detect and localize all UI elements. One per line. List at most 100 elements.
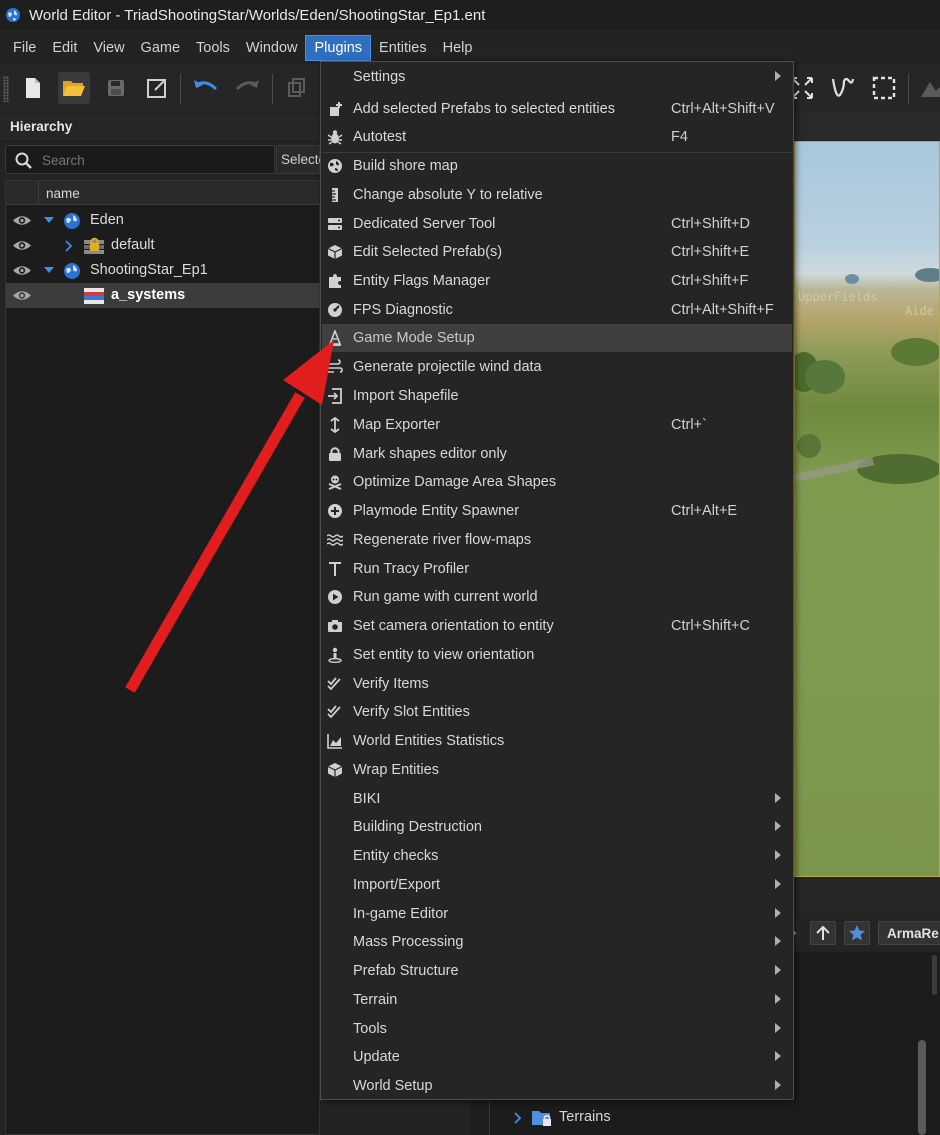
column-name-header[interactable]: name: [46, 186, 80, 201]
menu-window[interactable]: Window: [238, 35, 306, 61]
menu-game[interactable]: Game: [133, 35, 189, 61]
add-prefab-icon: [330, 102, 342, 116]
menu-item-map-exporter[interactable]: Map Exporter Ctrl+`: [322, 411, 792, 439]
menu-item-tracy-profiler[interactable]: Run Tracy Profiler: [322, 555, 792, 583]
globe-europe-icon: [328, 159, 342, 173]
menu-item-entity-flags[interactable]: Entity Flags Manager Ctrl+Shift+F: [322, 267, 792, 295]
scrollbar-secondary[interactable]: [932, 955, 937, 995]
menu-item-label: Set entity to view orientation: [353, 647, 535, 663]
menu-item-change-y[interactable]: Change absolute Y to relative: [322, 181, 792, 209]
menu-entities[interactable]: Entities: [371, 35, 435, 61]
hierarchy-search[interactable]: [5, 145, 275, 174]
menu-item-mark-shapes[interactable]: Mark shapes editor only: [322, 440, 792, 468]
tree-row-default[interactable]: default: [6, 233, 321, 258]
expand-arrow-icon[interactable]: [43, 266, 55, 274]
copy-button[interactable]: [281, 72, 313, 104]
menu-item-world-statistics[interactable]: World Entities Statistics: [322, 727, 792, 755]
toolbar-grip[interactable]: [3, 76, 9, 102]
menu-item-dedicated-server[interactable]: Dedicated Server Tool Ctrl+Shift+D: [322, 210, 792, 238]
menu-item-ingame-editor[interactable]: In-game Editor: [322, 900, 792, 928]
menu-item-biki[interactable]: BIKI: [322, 785, 792, 813]
redo-button[interactable]: [231, 72, 263, 104]
menu-item-verify-items[interactable]: Verify Items: [322, 670, 792, 698]
curve-tool-button[interactable]: [827, 72, 859, 104]
world-viewport[interactable]: UpperFields Alde: [794, 141, 940, 877]
menu-item-terrain[interactable]: Terrain: [322, 986, 792, 1014]
hierarchy-tree: name Eden default ShootingStar_Ep1 a_sys…: [5, 180, 321, 1135]
wizard-icon: [328, 330, 342, 346]
scrollbar-thumb[interactable]: [918, 1040, 926, 1135]
menu-item-import-shapefile[interactable]: Import Shapefile: [322, 382, 792, 410]
menu-item-mass-processing[interactable]: Mass Processing: [322, 928, 792, 956]
menu-item-tools[interactable]: Tools: [322, 1015, 792, 1043]
open-folder-button[interactable]: [58, 72, 90, 104]
menu-item-game-mode-setup[interactable]: Game Mode Setup: [322, 324, 792, 352]
menu-item-entity-spawner[interactable]: Playmode Entity Spawner Ctrl+Alt+E: [322, 497, 792, 525]
menu-view[interactable]: View: [85, 35, 132, 61]
menu-item-river-flow[interactable]: Regenerate river flow-maps: [322, 526, 792, 554]
menu-item-shortcut: Ctrl+Shift+F: [671, 273, 749, 289]
menu-item-entity-checks[interactable]: Entity checks: [322, 842, 792, 870]
menu-tools[interactable]: Tools: [188, 35, 238, 61]
menu-item-optimize-damage[interactable]: Optimize Damage Area Shapes: [322, 468, 792, 496]
distant-trees: [845, 274, 859, 284]
visibility-eye-icon[interactable]: [12, 264, 32, 277]
menu-item-label: Update: [353, 1049, 400, 1065]
menu-item-label: Optimize Damage Area Shapes: [353, 474, 557, 490]
chevron-right-icon[interactable]: [65, 240, 73, 252]
menu-item-add-prefabs[interactable]: Add selected Prefabs to selected entitie…: [322, 95, 792, 123]
toolbar-overflow-button[interactable]: [916, 72, 940, 104]
menu-item-wrap-entities[interactable]: Wrap Entities: [322, 756, 792, 784]
new-file-button[interactable]: [17, 72, 49, 104]
menu-item-run-game[interactable]: Run game with current world: [322, 583, 792, 611]
undo-button[interactable]: [190, 72, 222, 104]
expand-arrow-icon[interactable]: [43, 216, 55, 224]
menu-plugins[interactable]: Plugins: [305, 35, 372, 61]
menu-item-autotest[interactable]: Autotest F4: [322, 123, 792, 151]
camera-icon: [328, 620, 342, 632]
submenu-arrow-icon: [775, 994, 781, 1004]
save-button[interactable]: [100, 72, 132, 104]
selection-box-button[interactable]: [868, 72, 900, 104]
menu-help[interactable]: Help: [435, 35, 481, 61]
toolbar-separator: [180, 74, 181, 104]
menu-item-label: Run game with current world: [353, 589, 538, 605]
external-link-icon: [147, 79, 166, 98]
search-input[interactable]: [42, 150, 262, 170]
menu-item-edit-prefab[interactable]: Edit Selected Prefab(s) Ctrl+Shift+E: [322, 238, 792, 266]
menu-item-view-orientation[interactable]: Set entity to view orientation: [322, 641, 792, 669]
menu-item-label: Verify Slot Entities: [353, 704, 470, 720]
menu-item-shortcut: F4: [671, 129, 688, 145]
menu-item-world-setup[interactable]: World Setup: [322, 1072, 792, 1100]
menu-edit[interactable]: Edit: [44, 35, 85, 61]
visibility-eye-icon[interactable]: [12, 239, 32, 252]
favorites-button[interactable]: [844, 921, 870, 945]
menu-item-label: Add selected Prefabs to selected entitie…: [353, 101, 615, 117]
menu-item-import-export[interactable]: Import/Export: [322, 871, 792, 899]
visibility-eye-icon[interactable]: [12, 214, 32, 227]
menu-item-projectile-wind[interactable]: Generate projectile wind data: [322, 353, 792, 381]
menu-item-prefab-structure[interactable]: Prefab Structure: [322, 957, 792, 985]
menu-item-building-destruction[interactable]: Building Destruction: [322, 813, 792, 841]
tree-row-a-systems[interactable]: a_systems: [6, 283, 321, 308]
redo-icon: [235, 80, 259, 91]
location-button[interactable]: ArmaRe: [878, 921, 940, 945]
menu-item-settings[interactable]: Settings: [322, 63, 792, 91]
menu-item-update[interactable]: Update: [322, 1043, 792, 1071]
nav-up-button[interactable]: [810, 921, 836, 945]
menu-item-camera-orientation[interactable]: Set camera orientation to entity Ctrl+Sh…: [322, 612, 792, 640]
tree-row-shootingstar[interactable]: ShootingStar_Ep1: [6, 258, 321, 283]
external-link-button[interactable]: [141, 72, 173, 104]
menu-file[interactable]: File: [5, 35, 44, 61]
chevron-right-icon[interactable]: [514, 1112, 522, 1124]
menu-item-fps-diagnostic[interactable]: FPS Diagnostic Ctrl+Alt+Shift+F: [322, 296, 792, 324]
globe-icon: [6, 8, 20, 22]
menu-item-verify-slot[interactable]: Verify Slot Entities: [322, 698, 792, 726]
menu-item-build-shore-map[interactable]: Build shore map: [322, 152, 792, 180]
resource-tree-area: [490, 1095, 940, 1135]
menu-item-label: Mark shapes editor only: [353, 446, 507, 462]
tree-row-eden[interactable]: Eden: [6, 208, 321, 233]
menu-item-shortcut: Ctrl+`: [671, 417, 707, 433]
visibility-eye-icon[interactable]: [12, 289, 32, 302]
selected-filter-button[interactable]: Selecte: [276, 145, 326, 174]
